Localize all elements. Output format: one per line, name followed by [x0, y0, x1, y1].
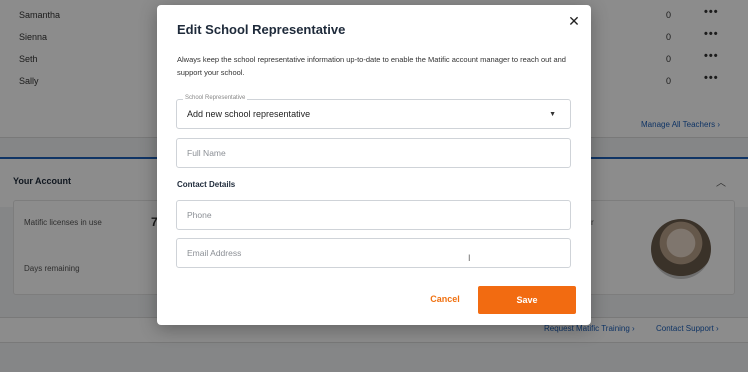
phone-input[interactable]: Phone: [176, 200, 571, 230]
full-name-placeholder: Full Name: [187, 148, 226, 158]
close-icon[interactable]: ✕: [567, 13, 581, 29]
select-legend: School Representative: [183, 95, 248, 101]
text-cursor-icon: I: [468, 253, 471, 263]
cancel-button[interactable]: Cancel: [419, 290, 471, 308]
school-representative-select[interactable]: School Representative Add new school rep…: [176, 95, 571, 129]
full-name-input[interactable]: Full Name: [176, 138, 571, 168]
caret-down-icon[interactable]: ▼: [549, 111, 556, 118]
contact-details-label: Contact Details: [177, 180, 236, 189]
save-button[interactable]: Save: [478, 286, 576, 314]
select-value: Add new school representative: [187, 109, 311, 119]
dialog-title: Edit School Representative: [177, 22, 346, 37]
dialog-description: Always keep the school representative in…: [177, 55, 566, 77]
phone-placeholder: Phone: [187, 210, 212, 220]
email-placeholder: Email Address: [187, 248, 242, 258]
email-input[interactable]: Email Address: [176, 238, 571, 268]
edit-representative-dialog: Edit School Representative ✕ Always keep…: [157, 5, 591, 325]
